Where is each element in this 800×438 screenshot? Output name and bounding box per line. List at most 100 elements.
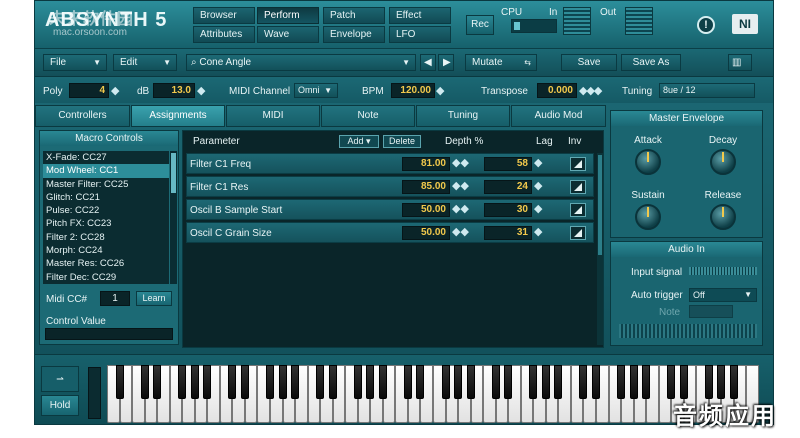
depth-value[interactable]: 50.00 [402, 226, 450, 240]
add-button[interactable]: Add ▾ [339, 135, 379, 148]
piano-black-key[interactable] [366, 365, 375, 399]
note-field[interactable] [689, 305, 733, 318]
list-item[interactable]: Pitch FX: CC23 [43, 217, 169, 230]
delete-button[interactable]: Delete [383, 135, 421, 148]
db-value[interactable]: 13.0 [153, 83, 195, 98]
invert-toggle[interactable] [570, 203, 586, 217]
piano-black-key[interactable] [642, 365, 651, 399]
save-button[interactable]: Save [561, 54, 617, 71]
tab-note[interactable]: Note [321, 105, 415, 127]
tuning-select[interactable]: 8ue / 12 [659, 83, 755, 98]
tab-controllers[interactable]: Controllers [35, 105, 130, 127]
rec-button[interactable]: Rec [466, 15, 494, 35]
lag-stepper-icon[interactable]: ◆ [534, 179, 542, 192]
piano-black-key[interactable] [378, 365, 387, 399]
control-value-field[interactable] [45, 328, 173, 340]
depth-value[interactable]: 81.00 [402, 157, 450, 171]
piano-black-key[interactable] [190, 365, 199, 399]
scrollbar-thumb[interactable] [171, 153, 176, 193]
list-item[interactable]: Glitch: CC21 [43, 191, 169, 204]
piano-black-key[interactable] [466, 365, 475, 399]
depth-value[interactable]: 50.00 [402, 203, 450, 217]
piano-black-key[interactable] [541, 365, 550, 399]
nav-patch[interactable]: Patch [323, 7, 385, 24]
macro-list-scrollbar[interactable] [170, 151, 177, 284]
piano-black-key[interactable] [717, 365, 726, 399]
piano-black-key[interactable] [115, 365, 124, 399]
decay-knob[interactable] [710, 149, 736, 175]
save-as-button[interactable]: Save As [621, 54, 681, 71]
lag-stepper-icon[interactable]: ◆ [534, 225, 542, 238]
poly-stepper-icon[interactable]: ◆ [111, 84, 120, 97]
piano-black-key[interactable] [704, 365, 713, 399]
list-item[interactable]: Master Filter: CC25 [43, 178, 169, 191]
piano-black-key[interactable] [403, 365, 412, 399]
lag-stepper-icon[interactable]: ◆ [534, 202, 542, 215]
attack-knob[interactable] [635, 149, 661, 175]
depth-stepper-icon[interactable]: ◆◆ [452, 202, 469, 215]
tab-assignments[interactable]: Assignments [131, 105, 225, 127]
piano-black-key[interactable] [617, 365, 626, 399]
piano-black-key[interactable] [153, 365, 162, 399]
depth-value[interactable]: 85.00 [402, 180, 450, 194]
tab-audio-mod[interactable]: Audio Mod [511, 105, 606, 127]
nav-lfo[interactable]: LFO [389, 26, 451, 43]
pitch-bend-icon[interactable]: ⇀ [41, 366, 79, 392]
sustain-knob[interactable] [635, 204, 661, 230]
piano-black-key[interactable] [228, 365, 237, 399]
piano-black-key[interactable] [504, 365, 513, 399]
nav-attributes[interactable]: Attributes [193, 26, 255, 43]
learn-button[interactable]: Learn [136, 291, 172, 306]
piano-black-key[interactable] [454, 365, 463, 399]
piano-black-key[interactable] [178, 365, 187, 399]
transpose-stepper-icon[interactable]: ◆◆◆ [579, 84, 602, 97]
piano-black-key[interactable] [729, 365, 738, 399]
table-row[interactable]: Oscil B Sample Start 50.00 ◆◆ 30 ◆ [186, 199, 594, 220]
list-item[interactable]: X-Fade: CC27 [43, 151, 169, 164]
poly-value[interactable]: 4 [69, 83, 109, 98]
table-row[interactable]: Filter C1 Freq 81.00 ◆◆ 58 ◆ [186, 153, 594, 174]
tab-tuning[interactable]: Tuning [416, 105, 510, 127]
depth-stepper-icon[interactable]: ◆◆ [452, 156, 469, 169]
invert-toggle[interactable] [570, 157, 586, 171]
nav-wave[interactable]: Wave [257, 26, 319, 43]
lag-value[interactable]: 58 [484, 157, 532, 171]
tab-midi[interactable]: MIDI [226, 105, 320, 127]
list-item[interactable]: Master Res: CC26 [43, 257, 169, 270]
list-item[interactable]: Filter Dec: CC29 [43, 271, 169, 284]
hold-button[interactable]: Hold [41, 395, 79, 416]
scrollbar-thumb[interactable] [598, 155, 602, 255]
list-item[interactable]: Mod Wheel: CC1 [43, 164, 169, 178]
next-preset-button[interactable]: ▶ [438, 54, 454, 71]
piano-black-key[interactable] [441, 365, 450, 399]
piano-black-key[interactable] [265, 365, 274, 399]
piano-black-key[interactable] [316, 365, 325, 399]
auto-trigger-select[interactable]: Off ▼ [689, 288, 757, 302]
info-icon[interactable]: ! [697, 16, 715, 34]
piano-black-key[interactable] [328, 365, 337, 399]
db-stepper-icon[interactable]: ◆ [197, 84, 206, 97]
list-item[interactable]: Morph: CC24 [43, 244, 169, 257]
nav-perform[interactable]: Perform [257, 7, 319, 24]
midi-channel-select[interactable]: Omni ▼ [294, 83, 338, 98]
piano-black-key[interactable] [240, 365, 249, 399]
edit-menu[interactable]: Edit ▼ [113, 54, 177, 71]
piano-black-key[interactable] [416, 365, 425, 399]
lag-value[interactable]: 31 [484, 226, 532, 240]
piano-black-key[interactable] [353, 365, 362, 399]
invert-toggle[interactable] [570, 180, 586, 194]
depth-stepper-icon[interactable]: ◆◆ [452, 179, 469, 192]
nav-envelope[interactable]: Envelope [323, 26, 385, 43]
piano-black-key[interactable] [140, 365, 149, 399]
bpm-stepper-icon[interactable]: ◆ [436, 84, 445, 97]
release-knob[interactable] [710, 204, 736, 230]
piano-black-key[interactable] [291, 365, 300, 399]
mod-wheel[interactable] [88, 367, 101, 419]
depth-stepper-icon[interactable]: ◆◆ [452, 225, 469, 238]
piano-black-key[interactable] [629, 365, 638, 399]
table-row[interactable]: Oscil C Grain Size 50.00 ◆◆ 31 ◆ [186, 222, 594, 243]
lag-value[interactable]: 30 [484, 203, 532, 217]
lag-value[interactable]: 24 [484, 180, 532, 194]
piano-black-key[interactable] [529, 365, 538, 399]
list-item[interactable]: Pulse: CC22 [43, 204, 169, 217]
